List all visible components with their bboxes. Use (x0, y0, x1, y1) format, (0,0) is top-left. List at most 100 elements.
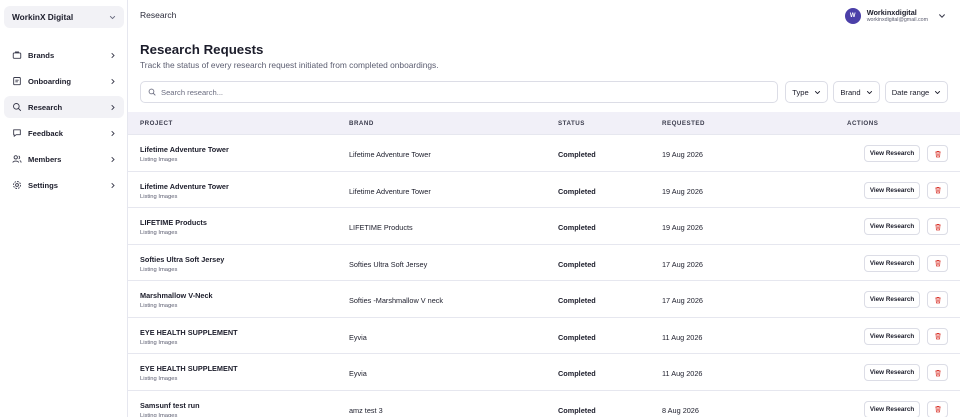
column-header-brand: BRAND (349, 120, 374, 127)
trash-icon (934, 332, 941, 340)
project-type: Listing Images (140, 339, 178, 346)
delete-button[interactable] (927, 254, 948, 272)
delete-button[interactable] (927, 145, 948, 162)
sidebar-item-members[interactable]: Members (4, 148, 124, 170)
project-type: Listing Images (140, 266, 178, 273)
top-bar: Research W Workinxdigital workinxdigital… (128, 0, 960, 32)
view-research-button[interactable]: View Research (864, 400, 920, 417)
chevron-down-icon (108, 13, 116, 21)
project-name: Marshmallow V-Neck (140, 291, 213, 300)
delete-button[interactable] (927, 181, 948, 199)
project-name: Samsunf test run (140, 400, 200, 410)
table-row: Lifetime Adventure Tower Listing Images … (128, 172, 960, 208)
view-research-button[interactable]: View Research (864, 364, 920, 381)
project-type: Listing Images (140, 376, 178, 382)
delete-button[interactable] (927, 364, 948, 381)
date-range-filter-button[interactable]: Date range (885, 81, 948, 103)
requested-date: 19 Aug 2026 (662, 186, 703, 196)
brand-name: Softies Ultra Soft Jersey (349, 259, 428, 269)
view-research-button[interactable]: View Research (864, 291, 920, 308)
clipboard-icon (12, 76, 22, 86)
status-text: Completed (558, 405, 596, 415)
view-research-button[interactable]: View Research (864, 145, 920, 162)
search-placeholder: Search research... (161, 87, 224, 97)
user-info: Workinxdigital workinxdigital@gmail.com (867, 8, 928, 24)
status-text: Completed (558, 259, 596, 269)
brand-name: Lifetime Adventure Tower (349, 186, 431, 196)
trash-icon (934, 369, 941, 376)
sidebar-item-settings[interactable]: Settings (4, 174, 124, 196)
sidebar-item-label: Research (28, 102, 63, 112)
page-title: Research Requests (140, 42, 264, 57)
chevron-right-icon (110, 155, 116, 163)
delete-button[interactable] (927, 327, 948, 345)
status-text: Completed (558, 296, 596, 305)
chevron-down-icon (938, 12, 946, 20)
chevron-right-icon (110, 103, 116, 111)
view-research-button[interactable]: View Research (864, 327, 920, 345)
sidebar-item-feedback[interactable]: Feedback (4, 122, 124, 144)
trash-icon (934, 150, 941, 157)
project-name: Lifetime Adventure Tower (140, 145, 229, 154)
workspace-switcher[interactable]: WorkinX Digital (4, 6, 124, 28)
view-research-button[interactable]: View Research (864, 218, 920, 235)
type-filter-button[interactable]: Type (785, 81, 828, 103)
chevron-down-icon (934, 89, 941, 96)
sidebar-item-research[interactable]: Research (4, 96, 124, 118)
project-type: Listing Images (140, 230, 178, 236)
requested-date: 19 Aug 2026 (662, 223, 703, 232)
project-type: Listing Images (140, 157, 178, 163)
search-icon (148, 88, 156, 96)
workspace-name: WorkinX Digital (12, 12, 74, 22)
requested-date: 17 Aug 2026 (662, 296, 703, 305)
brand-name: Softies -Marshmallow V neck (349, 296, 444, 305)
sidebar-item-brands[interactable]: Brands (4, 44, 124, 66)
message-icon (12, 128, 22, 138)
requested-date: 19 Aug 2026 (662, 150, 703, 159)
project-name: Lifetime Adventure Tower (140, 181, 229, 191)
breadcrumb: Research (140, 10, 177, 20)
table-row: Lifetime Adventure Tower Listing Images … (128, 135, 960, 172)
trash-icon (934, 186, 941, 194)
trash-icon (934, 259, 941, 267)
sidebar-nav: Brands Onboarding Research Feedback Memb… (4, 44, 124, 200)
view-research-button[interactable]: View Research (864, 181, 920, 199)
trash-icon (934, 223, 941, 230)
table-header: PROJECT BRAND STATUS REQUESTED ACTIONS (128, 112, 960, 135)
sidebar-item-label: Feedback (28, 128, 64, 138)
sidebar-item-onboarding[interactable]: Onboarding (4, 70, 124, 92)
project-name: Softies Ultra Soft Jersey (140, 254, 225, 264)
chevron-right-icon (110, 129, 116, 137)
gear-icon (12, 180, 22, 190)
chevron-right-icon (110, 51, 116, 59)
delete-button[interactable] (927, 291, 948, 308)
table-row: Softies Ultra Soft Jersey Listing Images… (128, 245, 960, 281)
page-subtitle: Track the status of every research reque… (140, 60, 439, 70)
sidebar: WorkinX Digital Brands Onboarding Resear… (0, 0, 128, 417)
trash-icon (934, 405, 941, 413)
chevron-down-icon (814, 89, 821, 96)
brand-name: Lifetime Adventure Tower (349, 150, 431, 159)
table-row: Marshmallow V-Neck Listing Images Softie… (128, 281, 960, 318)
delete-button[interactable] (927, 400, 948, 417)
brand-name: Eyvia (349, 369, 367, 378)
project-name: EYE HEALTH SUPPLEMENT (140, 364, 238, 373)
column-header-actions: ACTIONS (847, 120, 879, 127)
user-menu[interactable]: W Workinxdigital workinxdigital@gmail.co… (844, 6, 946, 26)
requested-date: 8 Aug 2026 (662, 405, 699, 415)
brand-name: Eyvia (349, 332, 367, 342)
briefcase-icon (12, 50, 22, 60)
table-body: Lifetime Adventure Tower Listing Images … (128, 135, 960, 417)
sidebar-item-label: Brands (28, 50, 55, 60)
status-text: Completed (558, 150, 596, 159)
search-input[interactable]: Search research... (140, 81, 778, 103)
status-text: Completed (558, 332, 596, 342)
column-header-project: PROJECT (140, 120, 173, 127)
view-research-button[interactable]: View Research (864, 254, 920, 272)
chevron-down-icon (866, 89, 873, 96)
delete-button[interactable] (927, 218, 948, 235)
project-name: LIFETIME Products (140, 218, 207, 227)
brand-filter-button[interactable]: Brand (833, 81, 880, 103)
requested-date: 17 Aug 2026 (662, 259, 703, 269)
project-type: Listing Images (140, 303, 178, 309)
